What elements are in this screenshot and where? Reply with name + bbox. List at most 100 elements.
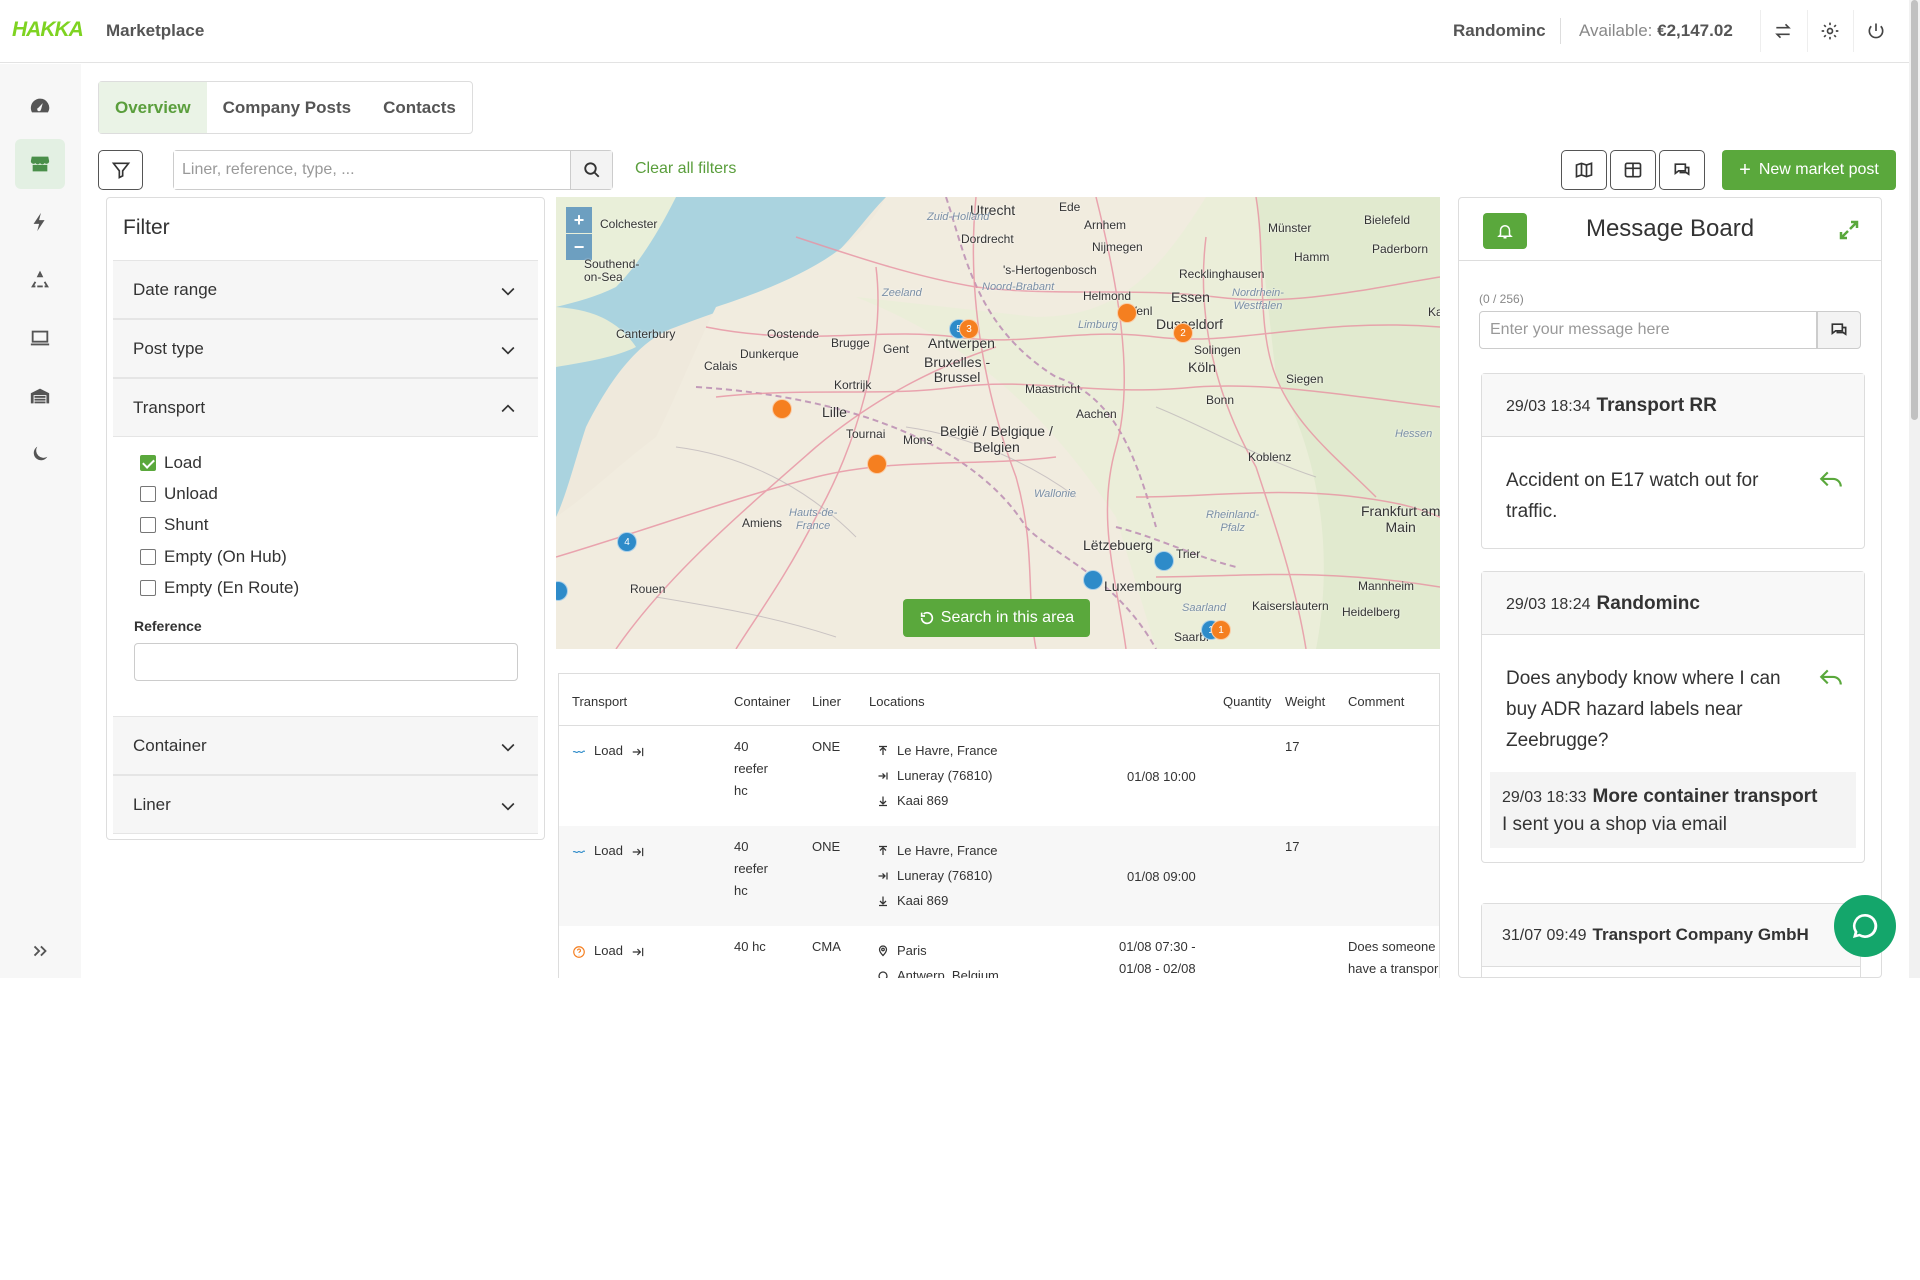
checkbox[interactable] xyxy=(140,517,156,533)
map-marker[interactable] xyxy=(1154,551,1174,571)
sidebar-item-warehouse[interactable] xyxy=(15,371,65,421)
table-view-button[interactable] xyxy=(1610,150,1656,190)
sidebar-item-recycle[interactable] xyxy=(15,255,65,305)
logout-button[interactable] xyxy=(1853,10,1897,52)
checkbox-load[interactable]: Load xyxy=(140,453,202,473)
map-label: Kortrijk xyxy=(834,378,872,392)
search-input[interactable] xyxy=(174,151,570,189)
locations-cell: Le Havre, France Luneray (76810) Kaai 86… xyxy=(877,738,997,813)
message-header: 29/03 18:24 Randominc xyxy=(1482,572,1864,635)
checkbox-label: Unload xyxy=(164,484,218,503)
checkbox[interactable] xyxy=(140,549,156,565)
sidebar-item-dashboard[interactable] xyxy=(15,81,65,131)
map-marker[interactable]: 4 xyxy=(617,532,637,552)
map-label: Helmond xyxy=(1083,289,1132,303)
map-label: Recklinghausen xyxy=(1179,267,1265,281)
message-board-header: Message Board xyxy=(1459,198,1881,261)
checkbox[interactable] xyxy=(140,580,156,596)
sidebar-item-energy[interactable] xyxy=(15,197,65,247)
laptop-icon xyxy=(30,330,50,346)
download-arrow-icon xyxy=(879,796,887,806)
search-button[interactable] xyxy=(570,151,612,189)
filter-section-label: Container xyxy=(133,736,207,755)
reference-input[interactable] xyxy=(134,643,518,681)
checkbox-label: Empty (On Hub) xyxy=(164,547,287,566)
column-header[interactable]: Weight xyxy=(1285,694,1325,709)
tab-overview[interactable]: Overview xyxy=(99,82,207,133)
bolt-icon xyxy=(33,212,45,232)
column-header[interactable]: Comment xyxy=(1348,694,1404,709)
map-label: Maastricht xyxy=(1025,382,1081,396)
filter-section-container[interactable]: Container xyxy=(113,716,538,775)
message-text: Accident on E17 watch out for traffic. xyxy=(1506,470,1759,522)
filter-section-transport[interactable]: Transport xyxy=(113,378,538,437)
new-market-post-label: New market post xyxy=(1758,161,1879,178)
filter-section-post-type[interactable]: Post type xyxy=(113,319,538,378)
checkbox-empty-en-route[interactable]: Empty (En Route) xyxy=(140,578,299,598)
weight-cell: 17 xyxy=(1285,739,1300,754)
filter-section-liner[interactable]: Liner xyxy=(113,775,538,834)
map-marker[interactable] xyxy=(1083,570,1103,590)
checkbox[interactable] xyxy=(140,486,156,502)
time-cell: 01/08 07:30 - 01/08 - 02/08 xyxy=(1119,939,1196,976)
clear-filters-link[interactable]: Clear all filters xyxy=(635,160,736,178)
column-header[interactable]: Locations xyxy=(869,694,925,709)
column-header[interactable]: Quantity xyxy=(1223,694,1271,709)
checkbox[interactable] xyxy=(140,455,156,471)
logo[interactable]: HAKKA xyxy=(12,18,84,42)
sidebar-expand-button[interactable] xyxy=(15,926,65,976)
filter-section-label: Liner xyxy=(133,795,171,814)
map-marker[interactable] xyxy=(1117,303,1137,323)
column-header[interactable]: Transport xyxy=(572,694,627,709)
location-text: Paris xyxy=(897,942,927,958)
sidebar-item-devices[interactable] xyxy=(15,313,65,363)
live-chat-button[interactable] xyxy=(1834,895,1896,957)
table-row[interactable]: Load 40 reefer hc ONE Le Havre, France L… xyxy=(559,826,1439,926)
tab-company-posts[interactable]: Company Posts xyxy=(207,82,367,133)
map-view-button[interactable] xyxy=(1561,150,1607,190)
message-board-title: Message Board xyxy=(1585,215,1755,242)
search-in-area-button[interactable]: Search in this area xyxy=(903,599,1090,637)
map-marker[interactable]: 2 xyxy=(1173,323,1193,343)
column-header[interactable]: Liner xyxy=(812,694,841,709)
weight-cell: 17 xyxy=(1285,839,1300,854)
map[interactable]: + − Colchester Southend- on-Sea Canterbu… xyxy=(556,197,1440,649)
zoom-in-button[interactable]: + xyxy=(566,207,592,233)
circle-icon xyxy=(878,970,888,978)
checkbox-empty-on-hub[interactable]: Empty (On Hub) xyxy=(140,547,287,567)
filter-toggle-button[interactable] xyxy=(98,150,143,190)
checkbox-shunt[interactable]: Shunt xyxy=(140,515,208,535)
map-marker[interactable] xyxy=(867,454,887,474)
send-message-button[interactable] xyxy=(1817,311,1861,349)
filter-panel: Filter Date range Post type Transport Lo… xyxy=(106,197,545,840)
recycle-icon xyxy=(31,270,49,288)
new-market-post-button[interactable]: + New market post xyxy=(1722,150,1896,190)
sidebar-item-dark-mode[interactable] xyxy=(15,429,65,479)
map-marker[interactable]: 1 xyxy=(1211,620,1231,640)
column-header[interactable]: Container xyxy=(734,694,790,709)
message-input[interactable]: Enter your message here xyxy=(1479,311,1817,349)
sidebar-item-marketplace[interactable] xyxy=(15,139,65,189)
container-cell: 40 reefer hc xyxy=(734,839,768,898)
filter-section-date-range[interactable]: Date range xyxy=(113,260,538,319)
map-label: Lëtzebuerg xyxy=(1083,537,1154,553)
transport-cell: Load xyxy=(572,740,653,762)
transport-label: Load xyxy=(594,743,623,758)
map-marker[interactable]: 3 xyxy=(959,319,979,339)
settings-button[interactable] xyxy=(1807,10,1851,52)
expand-icon[interactable] xyxy=(1837,218,1861,242)
reply-icon[interactable] xyxy=(1818,665,1844,691)
checkbox-unload[interactable]: Unload xyxy=(140,484,218,504)
user-name[interactable]: Randominc xyxy=(1453,21,1546,41)
tab-contacts[interactable]: Contacts xyxy=(367,82,472,133)
map-label: Wallonie xyxy=(1034,488,1076,500)
table-row[interactable]: Load 40 hc CMA Paris Antwerp, Belgium 01… xyxy=(559,926,1439,978)
map-marker[interactable] xyxy=(772,399,792,419)
swap-button[interactable] xyxy=(1760,10,1804,52)
table-row[interactable]: Load 40 reefer hc ONE Le Havre, France L… xyxy=(559,726,1439,826)
warehouse-icon xyxy=(30,388,50,404)
scrollbar-thumb[interactable] xyxy=(1911,0,1918,420)
reply-icon[interactable] xyxy=(1818,467,1844,493)
page-scrollbar[interactable] xyxy=(1909,0,1920,978)
chat-view-button[interactable] xyxy=(1659,150,1705,190)
